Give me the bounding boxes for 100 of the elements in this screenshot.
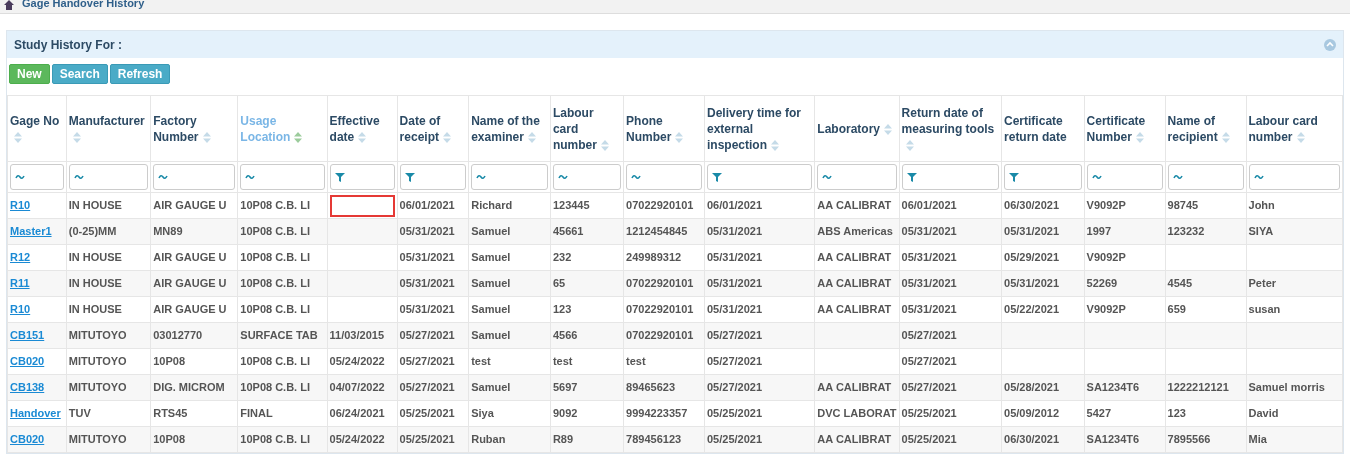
- table-cell: 05/31/2021: [901, 251, 957, 264]
- table-cell: IN HOUSE: [68, 277, 122, 290]
- filter-field[interactable]: [399, 164, 467, 190]
- filter-field[interactable]: [901, 164, 1000, 190]
- filter-field[interactable]: [1086, 164, 1163, 190]
- sort-icon[interactable]: [358, 131, 367, 143]
- contains-filter-icon[interactable]: [245, 174, 256, 180]
- contains-filter-icon[interactable]: [73, 174, 84, 180]
- table-cell: Mia: [1248, 433, 1267, 446]
- sort-icon[interactable]: [1135, 131, 1144, 143]
- filter-field[interactable]: [240, 164, 325, 190]
- filter-field[interactable]: [706, 164, 813, 190]
- filter-field[interactable]: [10, 164, 64, 190]
- column-header[interactable]: Labour card number: [550, 95, 624, 162]
- contains-filter-icon[interactable]: [15, 174, 25, 180]
- contains-filter-icon[interactable]: [822, 174, 833, 180]
- filter-field[interactable]: [1167, 164, 1244, 190]
- filter-icon[interactable]: [711, 172, 722, 182]
- table-cell: 10P08 C.B. LI: [240, 303, 310, 316]
- contains-filter-icon[interactable]: [557, 174, 568, 180]
- breadcrumb-title[interactable]: Gage Handover History: [22, 0, 145, 9]
- gage-link[interactable]: R12: [10, 251, 31, 264]
- column-header[interactable]: Phone Number: [623, 95, 705, 162]
- contains-filter-icon[interactable]: [1253, 174, 1264, 180]
- sort-icon[interactable]: [600, 139, 609, 151]
- column-header[interactable]: Labour card number: [1246, 95, 1343, 162]
- table-cell: 05/28/2021: [1004, 381, 1060, 394]
- sort-icon[interactable]: [675, 131, 684, 143]
- column-header[interactable]: Date of receipt: [397, 95, 469, 162]
- sort-icon[interactable]: [294, 131, 303, 143]
- column-header[interactable]: Gage No: [7, 95, 67, 162]
- table-cell: 9092: [552, 407, 578, 420]
- table-cell: 789456123: [626, 433, 682, 446]
- column-header[interactable]: Factory Number: [150, 95, 238, 162]
- table-cell: 05/31/2021: [1004, 225, 1060, 238]
- filter-icon[interactable]: [334, 172, 345, 182]
- table-cell: 123445: [552, 199, 590, 212]
- table-cell: AIR GAUGE U: [153, 303, 227, 316]
- table-cell: David: [1248, 407, 1279, 420]
- filter-field[interactable]: [471, 164, 548, 190]
- table-cell: 1997: [1086, 225, 1112, 238]
- filter-field[interactable]: [626, 164, 702, 190]
- panel-title: Study History For :: [14, 36, 122, 54]
- table-cell: 05/27/2021: [706, 355, 763, 368]
- column-header[interactable]: Manufacturer: [66, 95, 151, 162]
- table-cell: 05/31/2021: [706, 303, 763, 316]
- table-cell: AIR GAUGE U: [153, 199, 227, 212]
- filter-field[interactable]: [817, 164, 897, 190]
- table-cell: Samuel: [471, 381, 511, 394]
- column-header[interactable]: Return date of measuring tools: [899, 95, 1002, 162]
- table-cell: 05/31/2021: [399, 225, 455, 238]
- home-icon[interactable]: [4, 0, 14, 10]
- filter-field[interactable]: [1248, 164, 1340, 190]
- table-cell: 07022920101: [626, 277, 694, 290]
- column-header[interactable]: Laboratory: [814, 95, 900, 162]
- gage-link[interactable]: R10: [10, 199, 31, 212]
- sort-icon[interactable]: [72, 131, 81, 143]
- filter-icon[interactable]: [404, 172, 415, 182]
- table-cell: 05/31/2021: [1004, 277, 1060, 290]
- sort-icon[interactable]: [905, 139, 914, 151]
- column-header[interactable]: Name of recipient: [1165, 95, 1246, 162]
- filter-field[interactable]: [153, 164, 236, 190]
- filter-icon[interactable]: [1009, 172, 1020, 182]
- filter-field[interactable]: [329, 164, 395, 190]
- filter-icon[interactable]: [906, 172, 917, 182]
- column-header[interactable]: Certificate return date: [1001, 95, 1085, 162]
- filter-field[interactable]: [552, 164, 622, 190]
- table-cell: 10P08 C.B. LI: [240, 251, 310, 264]
- table-cell: 05/25/2021: [706, 407, 763, 420]
- collapse-icon[interactable]: [1324, 38, 1336, 51]
- contains-filter-icon[interactable]: [631, 174, 642, 180]
- sort-icon[interactable]: [1221, 131, 1230, 143]
- table-cell: Ruban: [471, 433, 506, 446]
- column-header[interactable]: Name of the examiner: [468, 95, 551, 162]
- table-cell: V9092P: [1086, 251, 1126, 264]
- table-cell: AA CALIBRAT: [817, 251, 892, 264]
- table-cell: 06/01/2021: [706, 199, 763, 212]
- contains-filter-icon[interactable]: [1091, 174, 1102, 180]
- table-cell: 05/27/2021: [706, 381, 763, 394]
- table-cell: 10P08 C.B. LI: [240, 381, 310, 394]
- sort-icon[interactable]: [442, 131, 451, 143]
- sort-icon[interactable]: [202, 131, 211, 143]
- filter-field[interactable]: [1004, 164, 1082, 190]
- sort-icon[interactable]: [1296, 131, 1305, 143]
- sort-icon[interactable]: [771, 139, 779, 151]
- column-header[interactable]: Effective date: [327, 95, 398, 162]
- sort-icon[interactable]: [14, 131, 22, 143]
- filter-field[interactable]: [68, 164, 149, 190]
- contains-filter-icon[interactable]: [476, 174, 487, 180]
- sort-icon[interactable]: [527, 131, 536, 143]
- table-cell: 05/25/2021: [901, 407, 957, 420]
- table-cell: 06/30/2021: [1004, 199, 1060, 212]
- table-cell: 05/22/2021: [1004, 303, 1060, 316]
- gage-link[interactable]: R10: [10, 303, 31, 316]
- contains-filter-icon[interactable]: [158, 174, 169, 180]
- column-header[interactable]: Certificate Number: [1084, 95, 1166, 162]
- contains-filter-icon[interactable]: [1172, 174, 1183, 180]
- sort-icon[interactable]: [884, 123, 893, 135]
- table-cell: 05/25/2021: [399, 433, 455, 446]
- column-header[interactable]: Delivery time for external inspection: [704, 95, 815, 162]
